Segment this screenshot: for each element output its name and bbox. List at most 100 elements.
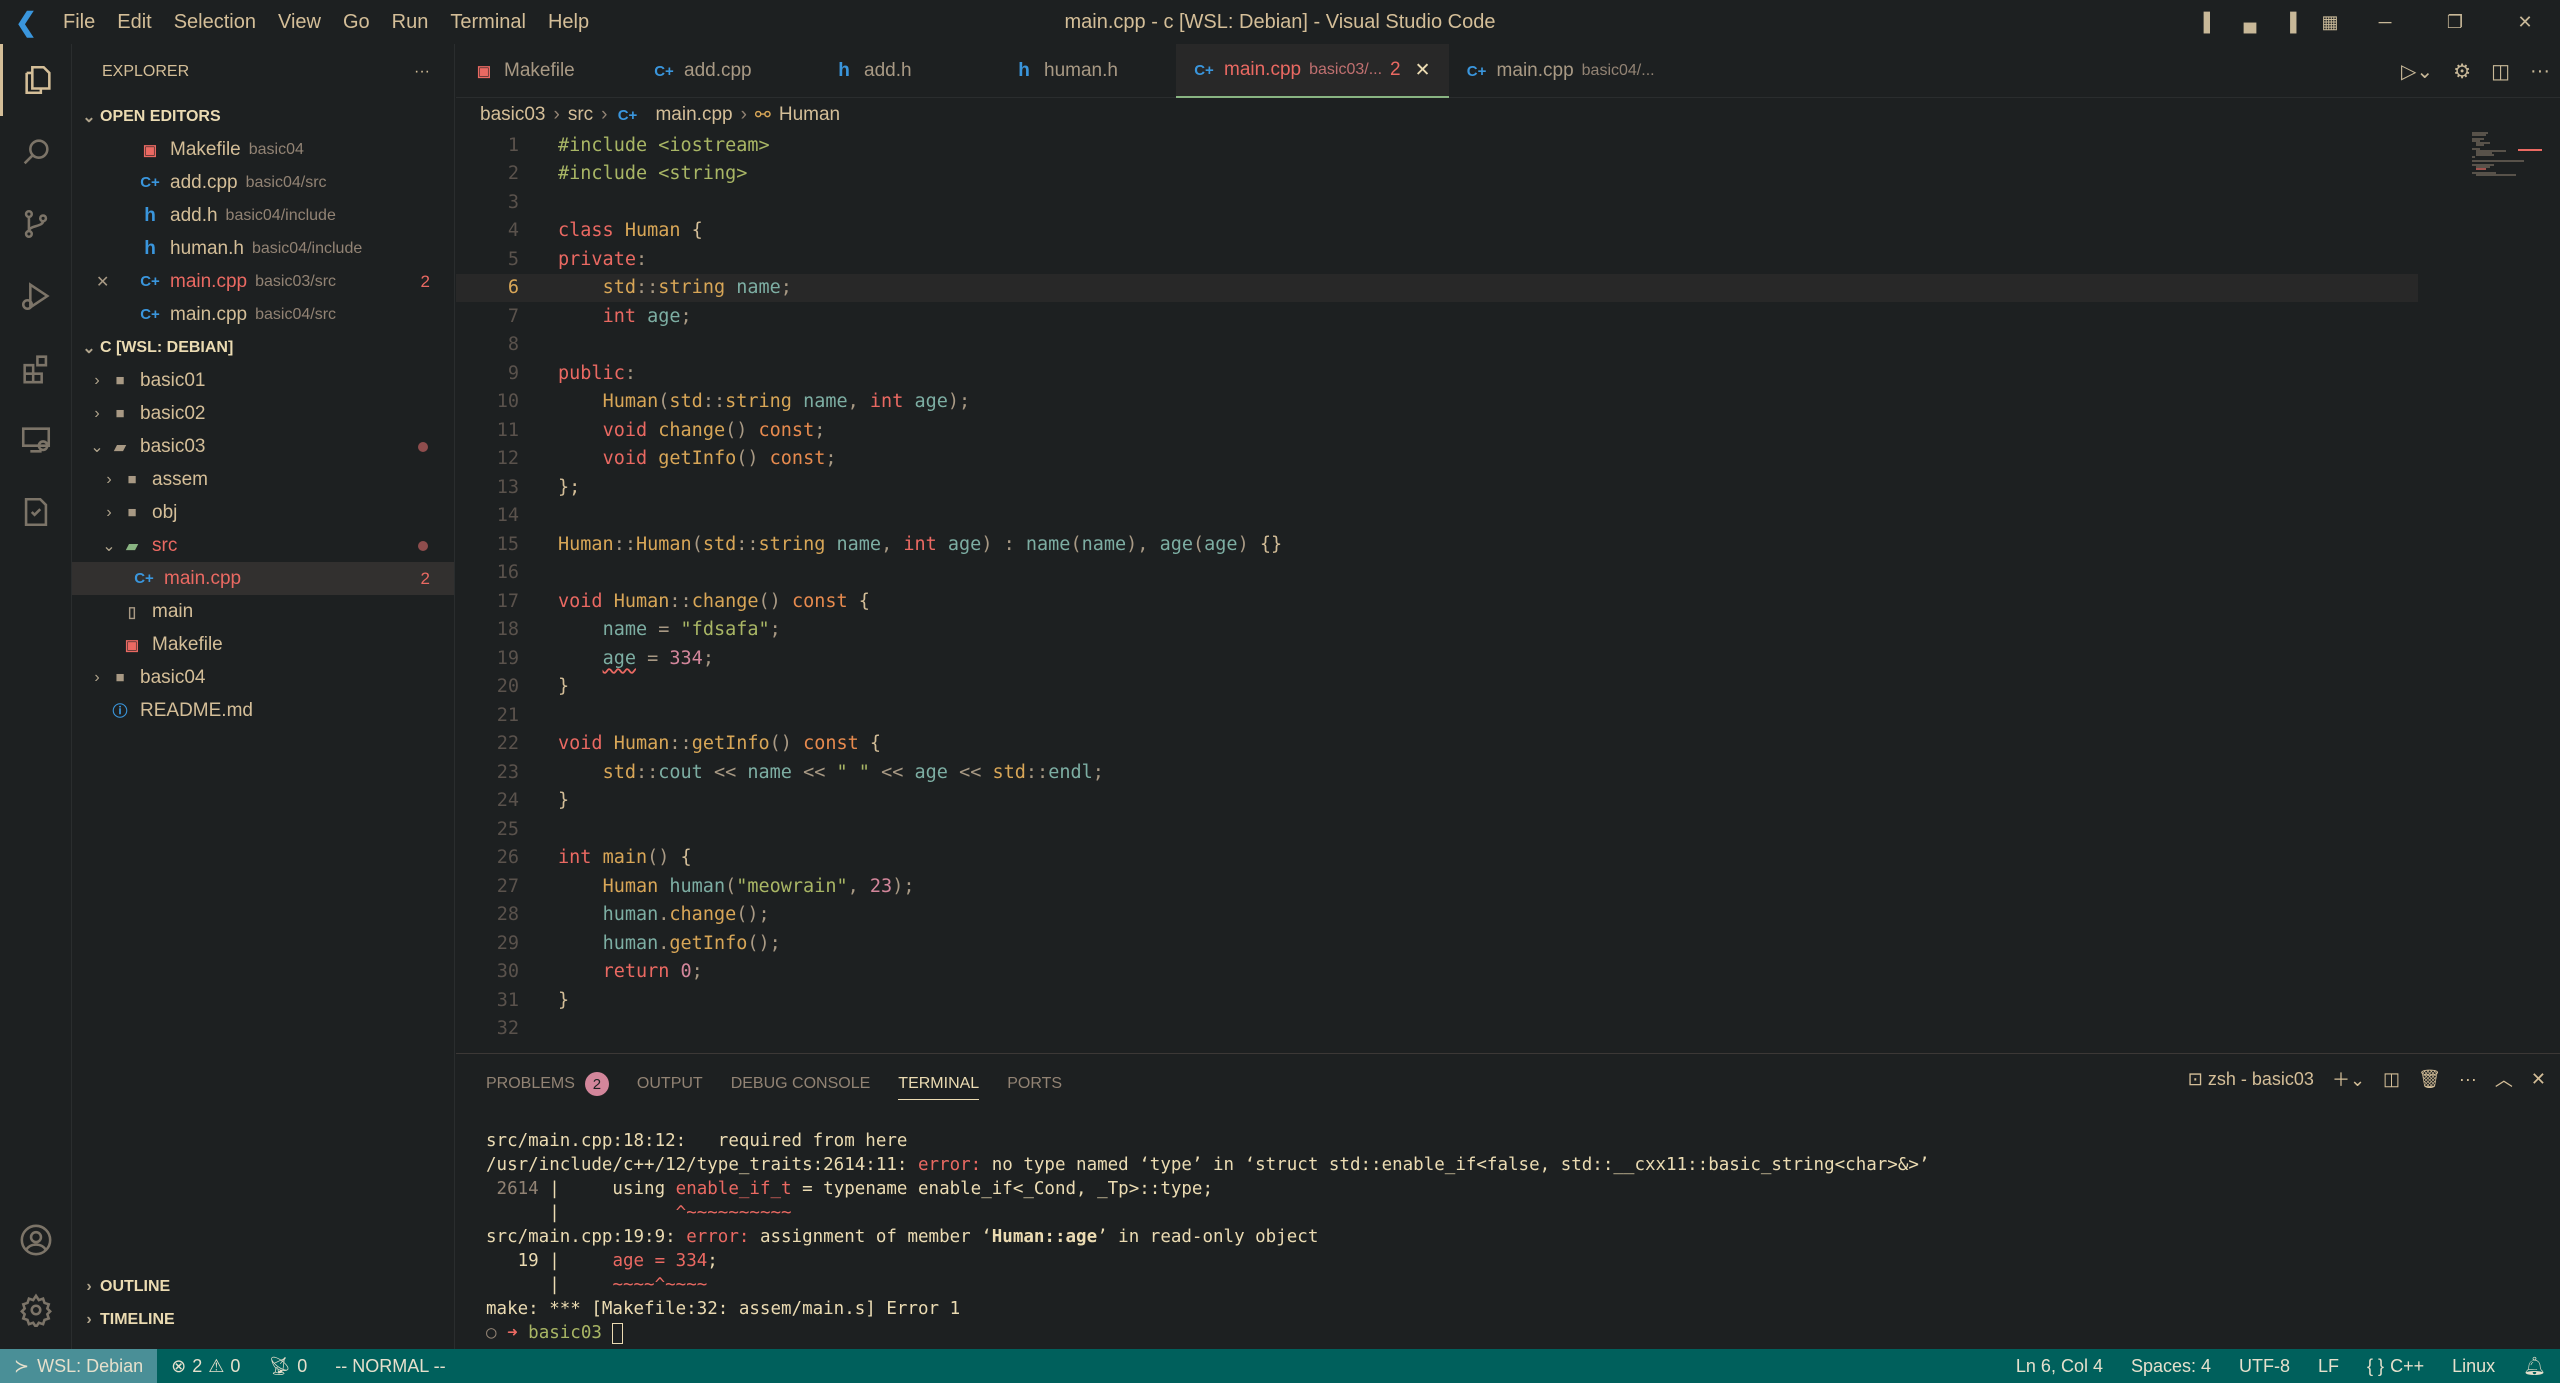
open-editor-item[interactable]: C+ main.cpp basic04/src — [72, 298, 454, 331]
remote-explorer-icon[interactable] — [0, 404, 72, 476]
toggle-panel-icon[interactable]: ▄ — [2230, 12, 2270, 33]
code-token: ; — [825, 448, 837, 470]
tree-item-assem[interactable]: › ■ assem — [72, 463, 454, 496]
tree-item-readme-md[interactable]: ⓘ README.md — [72, 694, 454, 727]
encoding[interactable]: UTF-8 — [2225, 1356, 2304, 1377]
panel-tab-ports[interactable]: PORTS — [1007, 1068, 1062, 1100]
menu-terminal[interactable]: Terminal — [439, 11, 537, 33]
cursor-position[interactable]: Ln 6, Col 4 — [2002, 1356, 2117, 1377]
explorer-icon[interactable] — [0, 44, 72, 116]
split-editor-icon[interactable]: ◫ — [2491, 59, 2510, 84]
run-file-icon[interactable]: ▷⌄ — [2401, 59, 2433, 84]
source-control-icon[interactable] — [0, 188, 72, 260]
code-token: human — [602, 932, 659, 954]
open-editor-item[interactable]: h human.h basic04/include — [72, 232, 454, 265]
extensions-icon[interactable] — [0, 332, 72, 404]
breadcrumb-item[interactable]: src — [568, 104, 593, 126]
panel-tab-terminal[interactable]: TERMINAL — [898, 1068, 980, 1100]
indentation[interactable]: Spaces: 4 — [2117, 1356, 2225, 1377]
line-content: } — [558, 676, 569, 697]
code-token: << — [959, 761, 993, 783]
testing-icon[interactable] — [0, 476, 72, 548]
restore-button[interactable]: ❐ — [2420, 12, 2490, 33]
chevron-right-icon: › — [106, 503, 112, 521]
tab-add-h[interactable]: h add.h — [816, 44, 996, 98]
menu-go[interactable]: Go — [332, 11, 381, 33]
customize-layout-icon[interactable]: ▦ — [2310, 12, 2350, 33]
tab-Makefile[interactable]: ▣ Makefile — [456, 44, 636, 98]
tree-item-basic02[interactable]: › ■ basic02 — [72, 397, 454, 430]
language-mode[interactable]: { } C++ — [2353, 1356, 2438, 1377]
outline-header[interactable]: › OUTLINE — [72, 1270, 454, 1303]
maximize-panel-icon[interactable]: ︿ — [2495, 1066, 2513, 1092]
code-token: int — [903, 533, 948, 555]
code-editor[interactable]: 1 #include <iostream> 2 #include <string> 3 4… — [456, 131, 2560, 1053]
tree-item-main-cpp[interactable]: C+ main.cpp 2 — [72, 562, 454, 595]
open-editor-item[interactable]: h add.h basic04/include — [72, 199, 454, 232]
prompt-directory: basic03 — [528, 1323, 602, 1343]
code-token: ( — [1193, 533, 1205, 555]
tab-main-cpp[interactable]: C+ main.cpp basic03/... 2 ✕ — [1176, 44, 1449, 98]
problems-status[interactable]: ⊗ 2 ⚠ 0 — [157, 1356, 254, 1377]
panel-tab-debug-console[interactable]: DEBUG CONSOLE — [731, 1068, 871, 1100]
menu-view[interactable]: View — [267, 11, 332, 33]
new-terminal-icon[interactable]: ＋⌄ — [2332, 1066, 2365, 1092]
more-actions-icon[interactable]: ··· — [414, 63, 430, 81]
panel-tab-label: OUTPUT — [636, 1075, 703, 1092]
tree-item-main[interactable]: ▯ main — [72, 595, 454, 628]
open-editor-item[interactable]: C+ add.cpp basic04/src — [72, 166, 454, 199]
tab-human-h[interactable]: h human.h — [996, 44, 1176, 98]
menu-help[interactable]: Help — [537, 11, 600, 33]
tree-item-obj[interactable]: › ■ obj — [72, 496, 454, 529]
os-indicator[interactable]: Linux — [2438, 1356, 2509, 1377]
tree-item-src[interactable]: ⌄ ▰ src — [72, 529, 454, 562]
remote-indicator[interactable]: ≻ WSL: Debian — [0, 1349, 158, 1383]
tree-item-basic04[interactable]: › ■ basic04 — [72, 661, 454, 694]
minimize-button[interactable]: ─ — [2350, 12, 2420, 33]
menu-run[interactable]: Run — [381, 11, 440, 33]
menu-edit[interactable]: Edit — [106, 11, 162, 33]
more-actions-icon[interactable]: ··· — [2459, 1069, 2477, 1090]
tree-item-label: main.cpp — [164, 567, 242, 589]
menu-selection[interactable]: Selection — [163, 11, 267, 33]
run-debug-icon[interactable] — [0, 260, 72, 332]
open-editor-item[interactable]: ✕ C+ main.cpp basic03/src 2 — [72, 265, 454, 298]
close-panel-icon[interactable]: ✕ — [2531, 1069, 2546, 1090]
kill-terminal-icon[interactable]: 🗑 — [2418, 1069, 2441, 1090]
close-icon[interactable]: ✕ — [96, 272, 109, 292]
open-editor-item[interactable]: ▣ Makefile basic04 — [72, 133, 454, 166]
cpp-icon: C+ — [140, 306, 160, 323]
tree-item-basic01[interactable]: › ■ basic01 — [72, 364, 454, 397]
tree-item-basic03[interactable]: ⌄ ▰ basic03 — [72, 430, 454, 463]
breadcrumb-item[interactable]: Human — [779, 104, 840, 126]
workspace-header[interactable]: ⌄ C [WSL: DEBIAN] — [72, 331, 454, 364]
breadcrumb-separator: › — [740, 104, 747, 125]
menu-file[interactable]: File — [52, 11, 106, 33]
timeline-header[interactable]: › TIMELINE — [72, 1303, 454, 1336]
minimap[interactable] — [2472, 131, 2542, 201]
search-icon[interactable] — [0, 116, 72, 188]
accounts-icon[interactable] — [0, 1204, 72, 1276]
toggle-sidebar-icon[interactable]: ▌ — [2190, 12, 2230, 33]
tab-add-cpp[interactable]: C+ add.cpp — [636, 44, 816, 98]
ports-status[interactable]: 📡︎ 0 — [254, 1356, 321, 1377]
more-actions-icon[interactable]: ··· — [2530, 60, 2550, 83]
settings-gear-icon[interactable] — [0, 1274, 72, 1346]
eol[interactable]: LF — [2304, 1356, 2353, 1377]
breadcrumb-item[interactable]: basic03 — [480, 104, 546, 126]
close-tab-icon[interactable]: ✕ — [1415, 59, 1431, 82]
terminal-output[interactable]: src/main.cpp:18:12: required from here/u… — [486, 1129, 1929, 1345]
tab-main-cpp[interactable]: C+ main.cpp basic04/... — [1449, 44, 1673, 98]
split-terminal-icon[interactable]: ◫ — [2383, 1069, 2400, 1090]
breadcrumb-item[interactable]: main.cpp — [655, 104, 732, 126]
toggle-secondary-sidebar-icon[interactable]: ▐ — [2270, 12, 2310, 33]
close-window-button[interactable]: ✕ — [2490, 12, 2560, 33]
panel-tab-output[interactable]: OUTPUT — [637, 1068, 703, 1100]
notifications-bell-icon[interactable]: 🔔︎ — [2509, 1356, 2560, 1377]
tree-item-makefile[interactable]: ▣ Makefile — [72, 628, 454, 661]
terminal-instance[interactable]: ⊡ zsh - basic03 — [2188, 1069, 2314, 1090]
panel-tab-problems[interactable]: PROBLEMS 2 — [486, 1068, 609, 1100]
code-token: , — [881, 533, 904, 555]
open-editors-header[interactable]: ⌄ OPEN EDITORS — [72, 100, 454, 133]
settings-gear-icon[interactable]: ⚙ — [2453, 59, 2471, 84]
